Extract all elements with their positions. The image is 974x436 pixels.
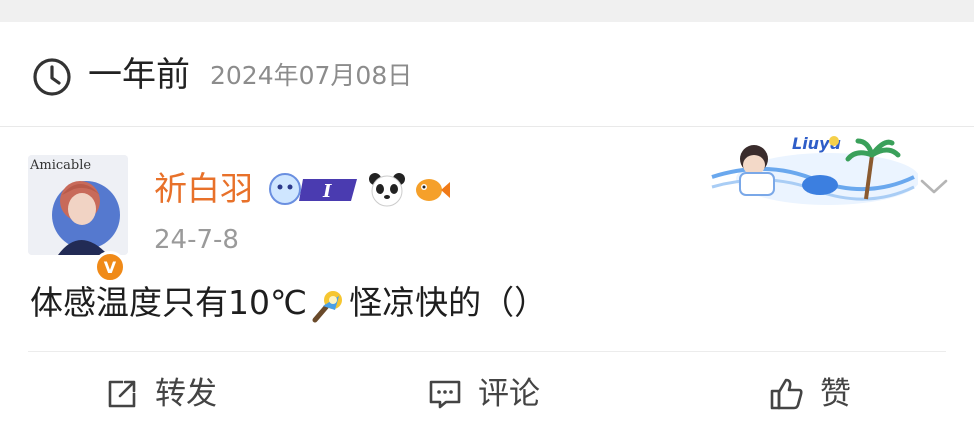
avatar-image: Amicable [28,155,128,255]
chevron-down-icon[interactable] [917,171,951,201]
goldfish-icon [416,179,450,201]
verified-badge: V [94,251,126,283]
fan-level-badge-icon[interactable]: I [267,171,361,207]
top-gray-bar [0,0,974,22]
avatar-text: Amicable [29,158,91,173]
action-bar: 转发 评论 赞 [0,352,974,436]
weibo-post-page: 一年前 2024年07月08日 Amicable V 祈白羽 I 24-7-8 … [0,0,974,436]
like-button[interactable]: 赞 [768,372,851,416]
repost-label: 转发 [155,376,217,412]
thumbs-up-icon [770,378,803,410]
comment-label: 评论 [478,376,540,412]
card-decoration-icon: Liuyu [711,134,918,205]
repost-button[interactable]: 转发 [103,372,217,416]
badge-text: I [322,181,332,202]
share-icon [108,380,136,408]
post-text-before: 体感温度只有10℃ [30,283,308,322]
avatar[interactable]: Amicable [28,155,128,255]
post-text-after: 怪凉快的（） [349,283,548,322]
clock-icon [33,58,71,96]
lantern-emoji-icon [312,290,343,322]
absolute-date: 2024年07月08日 [210,61,413,90]
date-header: 一年前 2024年07月08日 [0,22,974,126]
panda-icon [369,173,405,207]
comment-button[interactable]: 评论 [426,372,540,416]
like-label: 赞 [820,376,851,412]
post-time: 24-7-8 [154,225,239,255]
author-name[interactable]: 祈白羽 [154,167,253,211]
relative-time: 一年前 [88,55,190,95]
post-content: 体感温度只有10℃ 怪凉快的（） [30,281,547,325]
user-badges: I [267,169,451,209]
comment-icon [429,380,461,409]
avatar-container[interactable]: Amicable V [28,155,128,283]
post-card: Amicable V 祈白羽 I 24-7-8 Liuyu 体感温度只有10℃ … [0,127,974,436]
